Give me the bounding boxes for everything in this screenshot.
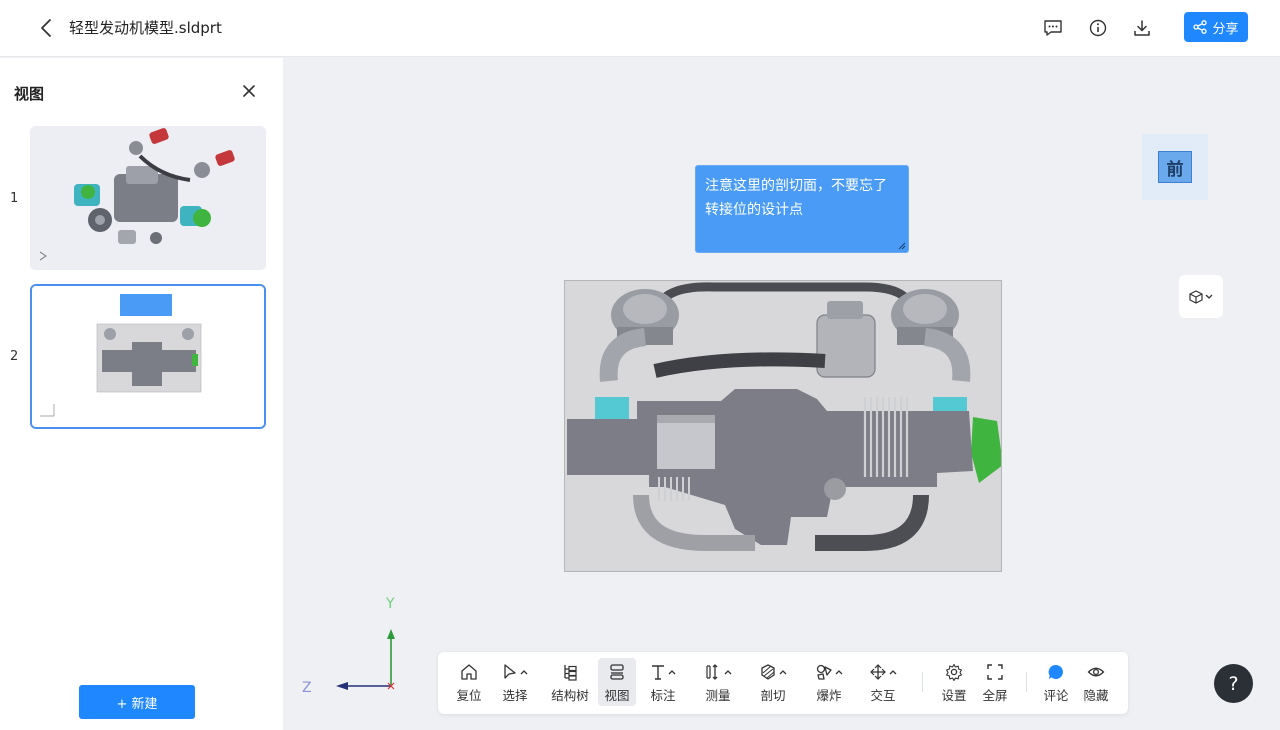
- view-card-2[interactable]: [30, 284, 266, 429]
- file-title: 轻型发动机模型.sldprt: [69, 19, 222, 37]
- section-icon: [761, 664, 775, 680]
- tool-label: 全屏: [982, 688, 1008, 703]
- share-label: 分享: [1212, 21, 1239, 37]
- view-number: 1: [10, 191, 19, 206]
- view-card-1[interactable]: [30, 126, 266, 270]
- tool-comment[interactable]: 评论: [1040, 658, 1072, 706]
- tool-reset[interactable]: 复位: [452, 658, 486, 706]
- top-header: 轻型发动机模型.sldprt 分享: [0, 0, 1280, 57]
- section-view-thumbnail: [32, 286, 264, 427]
- tool-fullscreen[interactable]: 全屏: [979, 658, 1011, 706]
- cube-icon: [1189, 289, 1203, 304]
- tool-label: 视图: [604, 688, 630, 703]
- close-icon: [243, 85, 255, 97]
- new-view-button[interactable]: + 新建: [79, 685, 195, 719]
- annotation-comment-box[interactable]: 注意这里的剖切面，不要忘了转接位的设计点: [695, 165, 909, 253]
- annotation-comment-text: 注意这里的剖切面，不要忘了转接位的设计点: [705, 178, 887, 218]
- back-button[interactable]: [34, 15, 58, 41]
- caret-up-icon: [520, 670, 528, 675]
- home-icon: [461, 664, 477, 680]
- coordinate-axis-indicator: Y Z: [300, 591, 420, 701]
- resize-grip-icon[interactable]: [898, 242, 906, 250]
- axis-label-z: Z: [302, 680, 312, 696]
- comment-list-button[interactable]: [1041, 16, 1065, 40]
- tree-icon: [564, 665, 577, 681]
- tool-label: 爆炸: [816, 688, 842, 703]
- views-panel: 视图 1 2 + 新建: [0, 58, 283, 730]
- panel-close-button[interactable]: [239, 81, 259, 101]
- view-orientation-dropdown[interactable]: [1179, 275, 1223, 318]
- toolbar-divider: [922, 672, 923, 692]
- cursor-icon: [504, 664, 516, 679]
- info-button[interactable]: [1086, 16, 1110, 40]
- caret-up-icon: [779, 670, 787, 675]
- tool-select[interactable]: 选择: [496, 658, 534, 706]
- info-icon: [1089, 19, 1107, 37]
- toolbar-divider: [1026, 672, 1027, 692]
- explode-icon: [816, 664, 832, 680]
- tool-label: 标注: [650, 688, 676, 703]
- exploded-engine-thumbnail: [30, 126, 266, 270]
- tool-structure-tree[interactable]: 结构树: [546, 658, 594, 706]
- comment-list-icon: [1044, 20, 1062, 36]
- caret-up-icon: [724, 670, 732, 675]
- interact-icon: [870, 664, 886, 680]
- caret-up-icon: [668, 670, 676, 675]
- tool-hide[interactable]: 隐藏: [1080, 658, 1112, 706]
- share-button[interactable]: 分享: [1184, 12, 1248, 42]
- view-cube[interactable]: 前: [1142, 134, 1208, 200]
- measure-icon: [706, 664, 718, 680]
- tool-label: 复位: [456, 688, 482, 703]
- share-icon: [1193, 20, 1208, 34]
- tool-section[interactable]: 剖切: [756, 658, 790, 706]
- bottom-toolbar: 复位 选择 结构树 视图 标注 测量 剖切 爆炸 交互 设置 全屏 评论 隐藏: [438, 652, 1128, 714]
- tool-label: 交互: [870, 688, 896, 703]
- tool-settings[interactable]: 设置: [938, 658, 970, 706]
- tool-explode[interactable]: 爆炸: [812, 658, 846, 706]
- 3d-viewport[interactable]: 注意这里的剖切面，不要忘了转接位的设计点 前 Y Z 复位 选择 结构树 视图 …: [284, 58, 1280, 730]
- tool-label: 测量: [705, 688, 731, 703]
- caret-up-icon: [835, 670, 843, 675]
- text-annotation-icon: [652, 665, 664, 680]
- tool-label: 隐藏: [1083, 688, 1109, 703]
- tool-interact[interactable]: 交互: [866, 658, 900, 706]
- tool-label: 剖切: [760, 688, 786, 703]
- xyz-axis-gizmo: Y Z: [302, 596, 395, 696]
- chevron-down-icon: [1205, 294, 1213, 299]
- help-button[interactable]: ?: [1214, 664, 1253, 703]
- view-cube-front-face[interactable]: 前: [1158, 151, 1192, 183]
- tool-label: 结构树: [551, 688, 589, 703]
- view-icon: [610, 664, 624, 680]
- view-number: 2: [10, 349, 19, 364]
- axis-label-y: Y: [385, 596, 395, 612]
- download-button[interactable]: [1130, 16, 1154, 40]
- panel-title: 视图: [14, 85, 45, 103]
- tool-label: 评论: [1043, 688, 1069, 703]
- comment-icon: [1048, 664, 1063, 679]
- download-icon: [1134, 20, 1150, 36]
- engine-model-render: [565, 281, 1001, 571]
- caret-up-icon: [889, 670, 897, 675]
- tool-label: 选择: [502, 688, 528, 703]
- tool-label: 设置: [941, 688, 967, 703]
- eye-icon: [1087, 667, 1105, 677]
- engine-model-section-view[interactable]: [564, 280, 1002, 572]
- tool-annotate[interactable]: 标注: [646, 658, 680, 706]
- tool-view[interactable]: 视图: [598, 658, 636, 706]
- gear-icon: [946, 663, 962, 681]
- tool-measure[interactable]: 测量: [700, 658, 736, 706]
- back-arrow-icon: [41, 19, 51, 37]
- fullscreen-icon: [987, 664, 1003, 680]
